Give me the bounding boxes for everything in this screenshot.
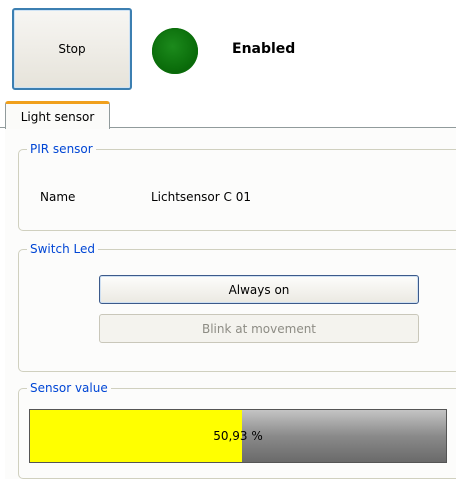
always-on-button[interactable]: Always on (99, 275, 419, 304)
always-on-button-label: Always on (228, 282, 290, 297)
sensor-value-group: Sensor value 50,93 % (18, 380, 456, 479)
name-value: Lichtsensor C 01 (151, 190, 251, 204)
sensor-value-progress-bar: 50,93 % (29, 409, 447, 463)
blink-at-movement-button[interactable]: Blink at movement (99, 314, 419, 343)
tab-light-sensor-label: Light sensor (20, 109, 95, 124)
pir-sensor-group-title: PIR sensor (27, 141, 96, 157)
blink-at-movement-button-label: Blink at movement (201, 321, 317, 336)
window: Stop Enabled Light sensor PIR sensor Nam… (0, 0, 456, 479)
switch-led-group-title: Switch Led (27, 241, 98, 257)
status-led-icon (152, 28, 198, 74)
status-text: Enabled (232, 41, 296, 57)
stop-button[interactable]: Stop (12, 8, 132, 90)
sensor-value-group-title: Sensor value (27, 380, 111, 396)
pir-sensor-group: PIR sensor Name Lichtsensor C 01 (18, 141, 456, 231)
switch-led-group: Switch Led Always on Blink at movement (18, 241, 456, 372)
stop-button-label: Stop (58, 42, 86, 56)
tab-strip: Light sensor (0, 101, 456, 129)
tab-panel-light-sensor: PIR sensor Name Lichtsensor C 01 Switch … (5, 128, 456, 479)
sensor-value-percent: 50,93 % (213, 429, 263, 443)
tab-light-sensor[interactable]: Light sensor (5, 101, 110, 129)
name-label: Name (40, 190, 76, 204)
